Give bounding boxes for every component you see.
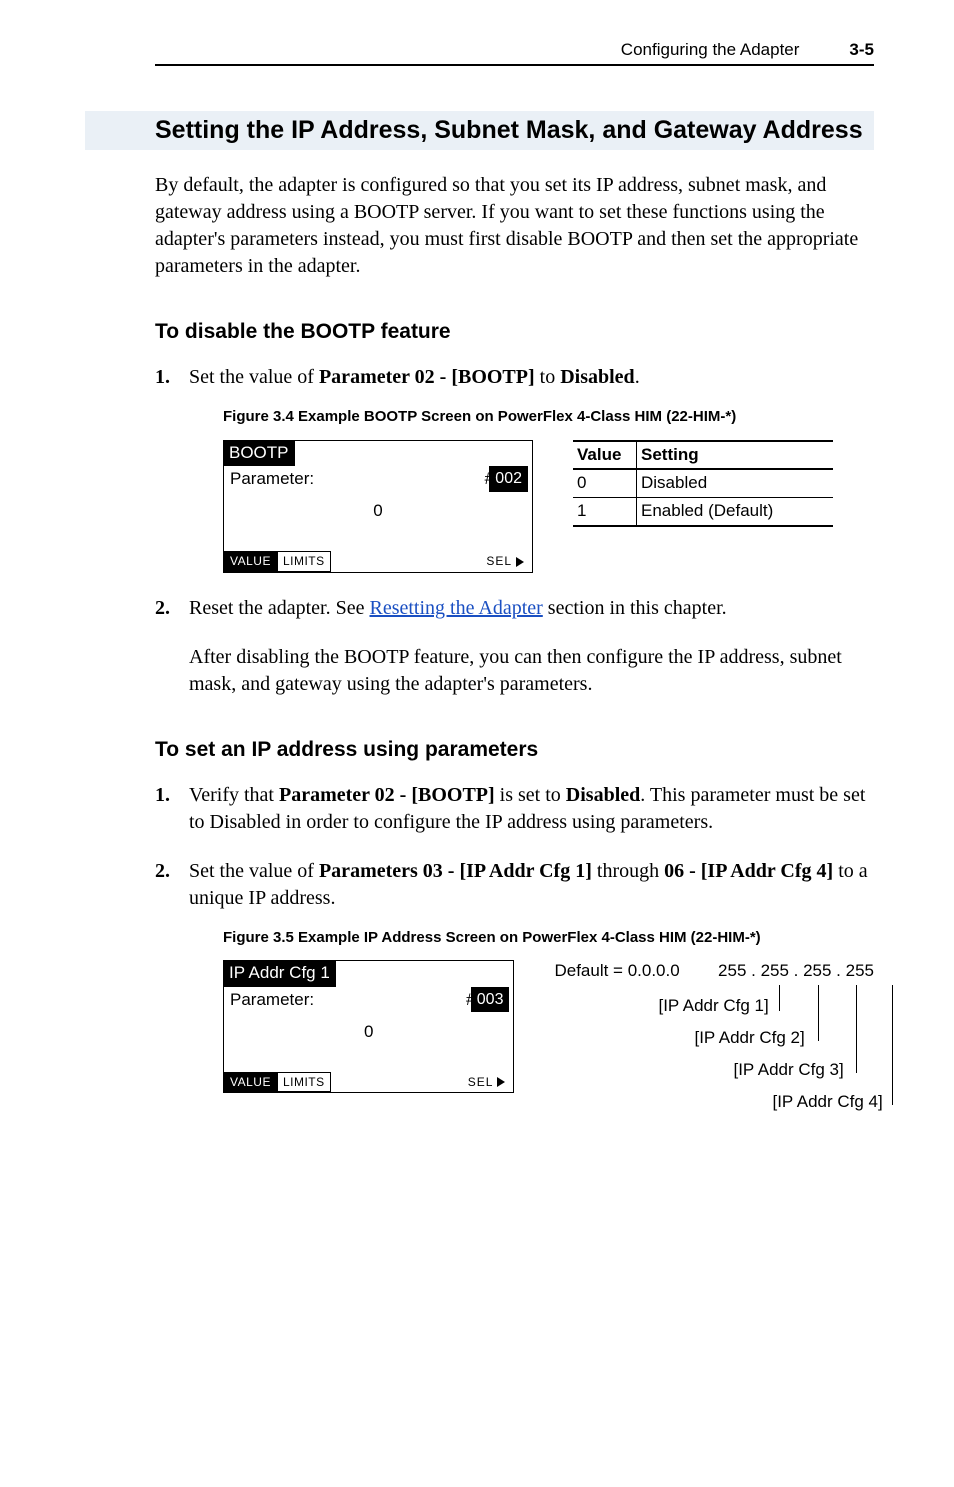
text: to [535,366,561,388]
ip-cfg4-label: [IP Addr Cfg 4] [772,1091,882,1114]
him-footer: VALUE LIMITS SEL [224,551,532,571]
him-footer-left: VALUE LIMITS [224,551,331,571]
th-value: Value [573,441,637,470]
figure-3-4-row: BOOTP Parameter: # 002 0 VALUE LIMITS [223,440,874,573]
ipset-heading: To set an IP address using parameters [155,738,874,762]
him-param-label: Parameter: [230,468,314,491]
him-sel: SEL [466,1072,514,1092]
value-literal: Disabled [560,366,634,388]
bootp-heading: To disable the BOOTP feature [155,320,874,344]
him-title: IP Addr Cfg 1 [223,960,336,987]
param-name: Parameters 03 - [IP Addr Cfg 1] [319,860,592,882]
him-param-label: Parameter: [230,989,314,1012]
cell-setting: Enabled (Default) [637,498,834,526]
him-tag-value: VALUE [224,1072,277,1092]
him-body: Parameter: # 002 0 [224,466,532,551]
him-screen-bootp: BOOTP Parameter: # 002 0 VALUE LIMITS [223,440,533,573]
ip-cfg3-label: [IP Addr Cfg 3] [733,1059,843,1082]
text: section in this chapter. [543,597,727,619]
text: through [592,860,664,882]
param-name: Parameter 02 - [BOOTP] [279,784,495,806]
section-heading: Setting the IP Address, Subnet Mask, and… [155,111,874,150]
figure-3-4-caption: Figure 3.4 Example BOOTP Screen on Power… [223,407,874,427]
ip-bar-4 [892,985,893,1105]
ip-bar-2 [818,985,819,1041]
him-center-value: 0 [224,1021,513,1044]
bootp-step-2: Reset the adapter. See Resetting the Ada… [155,595,874,622]
param-name: Parameter 02 - [BOOTP] [319,366,535,388]
him-tag-value: VALUE [224,551,277,571]
him-tag-limits: LIMITS [277,551,331,571]
cell-value: 1 [573,498,637,526]
table-row: 0 Disabled [573,469,833,497]
ip-octet-diagram: Default = 0.0.0.0 255 . 255 . 255 . 255 … [554,960,874,1115]
text: Set the value of [189,860,319,882]
value-literal: Disabled [566,784,640,806]
figure-3-5-row: IP Addr Cfg 1 Parameter: # 003 0 VALUE L… [223,960,874,1115]
him-footer-left: VALUE LIMITS [224,1072,331,1092]
text: is set to [495,784,566,806]
header-page-number: 3-5 [849,40,874,60]
him-center-value: 0 [224,500,532,523]
bootp-value-table: Value Setting 0 Disabled 1 Enabled (Defa… [573,440,833,528]
text: . [635,366,640,388]
bootp-steps: Set the value of Parameter 02 - [BOOTP] … [155,364,874,621]
him-screen-ipaddr: IP Addr Cfg 1 Parameter: # 003 0 VALUE L… [223,960,514,1093]
right-triangle-icon [497,1077,505,1087]
header-title: Configuring the Adapter [621,40,800,60]
ip-bars: [IP Addr Cfg 1] [IP Addr Cfg 2] [IP Addr… [554,985,874,1115]
him-sel: SEL [484,551,532,571]
cell-setting: Disabled [637,469,834,497]
right-triangle-icon [516,557,524,567]
section-intro: By default, the adapter is configured so… [155,172,874,280]
him-title: BOOTP [223,440,295,467]
figure-3-5-caption: Figure 3.5 Example IP Address Screen on … [223,928,874,948]
him-tag-limits: LIMITS [277,1072,331,1092]
param-name: 06 - [IP Addr Cfg 4] [664,860,833,882]
table-row: 1 Enabled (Default) [573,498,833,526]
ip-diagram-top: Default = 0.0.0.0 255 . 255 . 255 . 255 [554,960,874,983]
ip-cfg2-label: [IP Addr Cfg 2] [694,1027,804,1050]
text: Set the value of [189,366,319,388]
text: Reset the adapter. See [189,597,370,619]
bootp-step-1: Set the value of Parameter 02 - [BOOTP] … [155,364,874,572]
ip-default-label: Default = 0.0.0.0 [554,960,679,983]
him-body: Parameter: # 003 0 [224,987,513,1072]
section-heading-text: Setting the IP Address, Subnet Mask, and… [155,116,863,144]
ip-cfg1-label: [IP Addr Cfg 1] [658,995,768,1018]
ipset-steps: Verify that Parameter 02 - [BOOTP] is se… [155,782,874,1115]
cell-value: 0 [573,469,637,497]
page-header: Configuring the Adapter 3-5 [155,40,874,66]
ip-bar-1 [779,985,780,1011]
him-footer: VALUE LIMITS SEL [224,1072,513,1092]
bootp-after-text: After disabling the BOOTP feature, you c… [155,644,874,698]
ip-bar-3 [856,985,857,1073]
ipset-step-2: Set the value of Parameters 03 - [IP Add… [155,858,874,1115]
him-sel-label: SEL [486,553,512,569]
table-header-row: Value Setting [573,441,833,470]
him-sel-label: SEL [468,1074,494,1090]
ipset-step-1: Verify that Parameter 02 - [BOOTP] is se… [155,782,874,836]
th-setting: Setting [637,441,834,470]
text: Verify that [189,784,279,806]
ip-range-label: 255 . 255 . 255 . 255 [718,960,874,983]
him-param-number: 002 [489,466,528,492]
reset-adapter-link[interactable]: Resetting the Adapter [370,597,543,619]
him-param-number: 003 [471,987,510,1013]
